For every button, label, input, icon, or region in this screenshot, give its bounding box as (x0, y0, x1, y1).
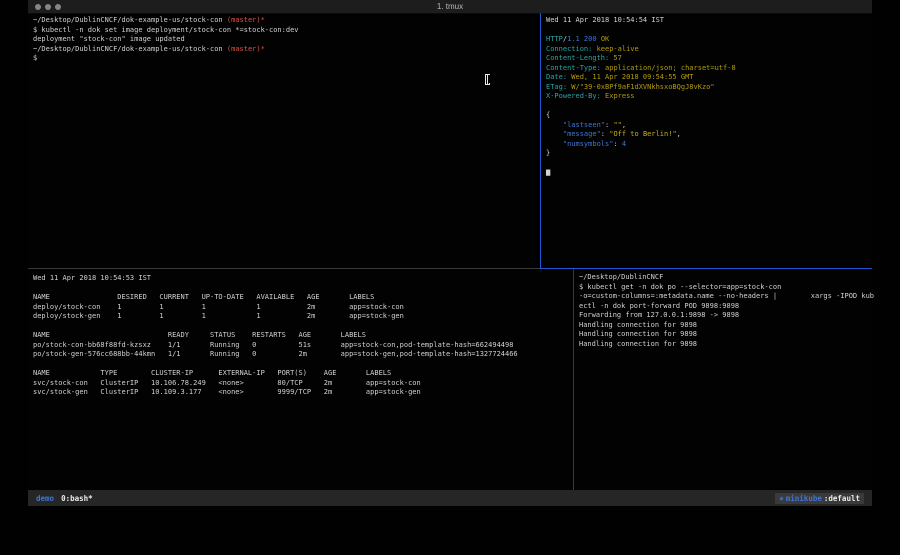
tmux-status-bar: demo 0:bash* ⎈ minikube :default (28, 490, 872, 506)
status-left: demo 0:bash* (36, 494, 93, 503)
zoom-button-icon[interactable] (55, 4, 61, 10)
kube-context-name: minikube (786, 494, 822, 503)
screen-background: 1. tmux ~/Desktop/DublinCNCF/dok-example… (0, 0, 900, 555)
window-title: 1. tmux (28, 0, 872, 13)
active-window-label[interactable]: 0:bash* (61, 494, 93, 503)
kube-namespace: :default (824, 494, 860, 503)
http-response-pane-top-right[interactable]: Wed 11 Apr 2018 10:54:54 IST HTTP/1.1 20… (541, 13, 877, 271)
port-forward-pane-bottom-right[interactable]: ~/Desktop/DublinCNCF$ kubectl get -n dok… (574, 269, 877, 494)
pane-divider-horizontal-active[interactable] (540, 268, 872, 269)
window-titlebar[interactable]: 1. tmux (28, 0, 872, 14)
kubectl-get-pane-bottom-left[interactable]: Wed 11 Apr 2018 10:54:53 IST NAME DESIRE… (28, 269, 577, 495)
minimize-button-icon[interactable] (45, 4, 51, 10)
pane-divider-horizontal-inactive[interactable] (28, 268, 540, 269)
shell-pane-top-left[interactable]: ~/Desktop/DublinCNCF/dok-example-us/stoc… (28, 13, 544, 271)
pane-divider-vertical-active[interactable] (540, 13, 541, 269)
helm-wheel-icon: ⎈ (779, 494, 784, 503)
pane-divider-vertical-inactive[interactable] (573, 269, 574, 490)
session-name: demo (36, 494, 54, 503)
mouse-text-cursor-icon (484, 74, 491, 85)
kube-context-indicator: ⎈ minikube :default (775, 493, 864, 504)
traffic-lights (35, 0, 61, 13)
terminal-window: 1. tmux ~/Desktop/DublinCNCF/dok-example… (28, 0, 872, 506)
close-button-icon[interactable] (35, 4, 41, 10)
